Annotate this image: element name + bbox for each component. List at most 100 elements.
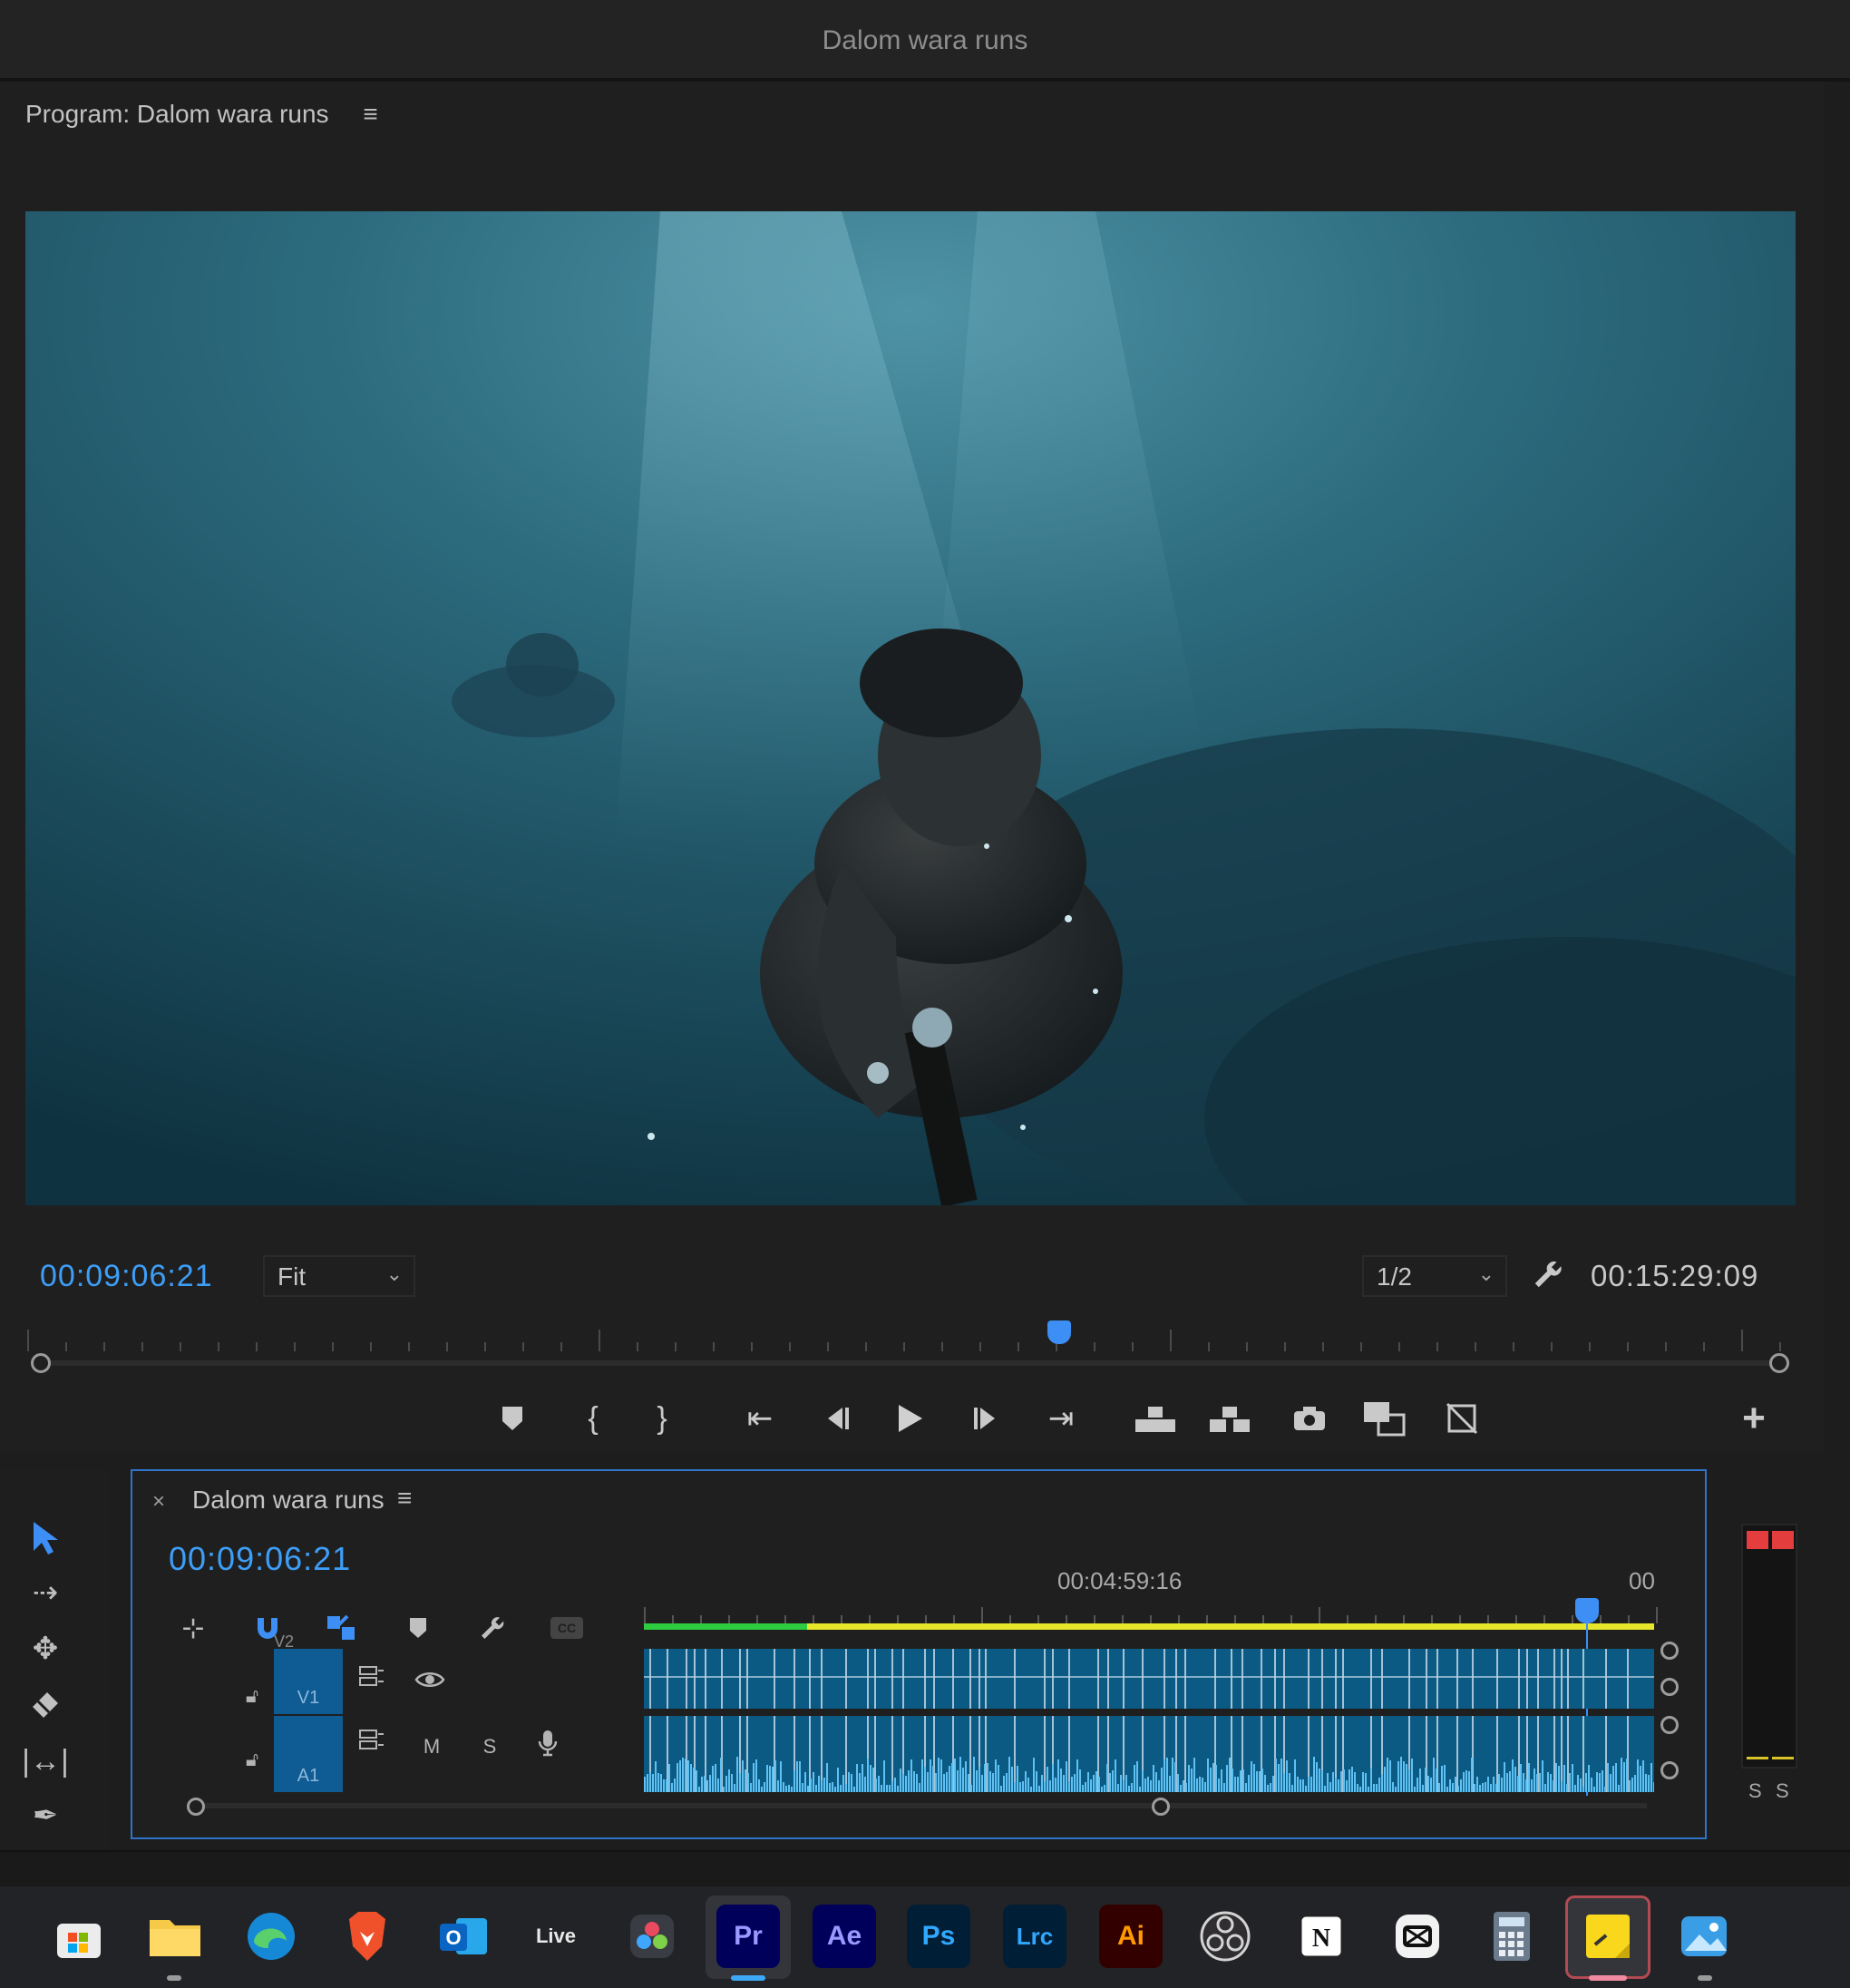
brave-browser-icon[interactable] (336, 1905, 399, 1968)
selection-tool-button[interactable] (18, 1515, 73, 1562)
scrollbar-right-handle[interactable] (1769, 1353, 1789, 1373)
timeline-time-ruler[interactable] (644, 1607, 1658, 1623)
add-marker-button[interactable] (487, 1393, 538, 1444)
outlook-icon[interactable]: O (432, 1905, 495, 1968)
scrollbar-left-handle[interactable] (31, 1353, 51, 1373)
go-to-in-icon: ⇤ (746, 1401, 774, 1436)
track-a-scroll-handle[interactable] (1660, 1761, 1679, 1779)
extract-button[interactable] (1204, 1393, 1255, 1444)
meter-solo-right-button[interactable]: S (1776, 1779, 1789, 1803)
insert-sequence-nested-icon[interactable]: ⊹ (170, 1605, 216, 1651)
slip-tool-button[interactable]: |↔| (18, 1738, 73, 1785)
timeline-zoom-right-handle[interactable] (1152, 1798, 1170, 1816)
audio-meter (1741, 1524, 1797, 1769)
proxy-toggle-button[interactable] (1436, 1393, 1487, 1444)
razor-tool-button[interactable] (18, 1681, 73, 1729)
audio-waveform-bar (1109, 1773, 1111, 1792)
program-monitor-header[interactable]: Program: Dalom wara runs ≡ (25, 100, 378, 129)
audio-waveform-bar (725, 1776, 727, 1792)
track-a1-voiceover-mic-icon[interactable] (530, 1725, 566, 1761)
audio-waveform-bar (1373, 1784, 1375, 1792)
timeline-settings-wrench-icon[interactable] (470, 1605, 515, 1651)
davinci-resolve-icon[interactable] (620, 1905, 684, 1968)
timeline-menu-icon[interactable]: ≡ (397, 1484, 412, 1513)
track-v-height-handle[interactable] (1660, 1642, 1679, 1660)
track-v-scroll-handle[interactable] (1660, 1678, 1679, 1696)
track-v1-target[interactable]: V1 (274, 1649, 343, 1714)
track-a1-sync-lock-icon[interactable] (354, 1721, 390, 1758)
microsoft-store-icon[interactable] (47, 1905, 111, 1968)
play-button[interactable] (884, 1393, 935, 1444)
playback-resolution-select[interactable]: 1/2 ⌄ (1362, 1255, 1507, 1297)
go-to-out-button[interactable]: ⇥ (1036, 1393, 1086, 1444)
ableton-live-icon[interactable]: Live (524, 1905, 588, 1968)
audio-waveform-bar (1215, 1765, 1217, 1792)
track-a1-target[interactable]: A1 (274, 1716, 343, 1792)
lift-button[interactable] (1130, 1393, 1181, 1444)
premiere-pro-icon[interactable]: Pr (716, 1905, 780, 1968)
comparison-view-button[interactable] (1358, 1393, 1409, 1444)
pen-tool-button[interactable]: ✒ (18, 1792, 73, 1839)
track-a-height-handle[interactable] (1660, 1716, 1679, 1734)
program-monitor-panel: Program: Dalom wara runs ≡ 00:09:06:21 F… (0, 82, 1825, 1453)
edge-browser-icon[interactable] (239, 1905, 303, 1968)
settings-wrench-icon[interactable] (1525, 1252, 1571, 1297)
audio-waveform-bar (723, 1787, 725, 1792)
file-explorer-icon[interactable] (143, 1905, 207, 1968)
capcut-icon[interactable] (1386, 1905, 1449, 1968)
add-timeline-marker-icon[interactable] (395, 1605, 441, 1651)
track-a1-mute-button[interactable]: M (414, 1729, 450, 1765)
timeline-playhead[interactable] (1575, 1598, 1599, 1623)
notion-icon[interactable]: N (1290, 1905, 1353, 1968)
timeline-zoom-left-handle[interactable] (187, 1798, 205, 1816)
step-back-button[interactable] (811, 1393, 862, 1444)
track-v1-lock-icon[interactable]: 🔓︎ (234, 1678, 270, 1714)
calculator-icon[interactable] (1480, 1905, 1543, 1968)
monitor-time-ruler[interactable] (27, 1315, 1781, 1351)
audio-waveform-bar (1139, 1787, 1141, 1792)
program-video-frame[interactable] (25, 211, 1796, 1205)
close-sequence-icon[interactable]: × (152, 1489, 165, 1515)
clip-edit-point (1068, 1649, 1070, 1709)
ruler-tick (675, 1342, 677, 1351)
monitor-zoom-scrollbar[interactable] (40, 1360, 1781, 1366)
track-select-tool-button[interactable]: ⇢ (18, 1569, 73, 1616)
panel-menu-icon[interactable]: ≡ (363, 100, 377, 129)
step-forward-button[interactable] (961, 1393, 1012, 1444)
track-a1-clips[interactable] (644, 1716, 1654, 1792)
mark-in-button[interactable]: { (568, 1393, 618, 1444)
audio-waveform-bar (1229, 1758, 1231, 1792)
obs-studio-icon[interactable] (1193, 1905, 1257, 1968)
captions-cc-icon[interactable]: CC (544, 1605, 589, 1651)
mark-out-button[interactable]: } (637, 1393, 687, 1444)
button-editor-add-button[interactable]: + (1728, 1393, 1779, 1444)
track-a1-lock-icon[interactable]: 🔓︎ (234, 1741, 270, 1778)
go-to-in-button[interactable]: ⇤ (735, 1393, 785, 1444)
lightroom-classic-icon[interactable]: Lrc (1003, 1905, 1066, 1968)
audio-waveform-bar (987, 1763, 988, 1792)
clip-edit-point (845, 1649, 847, 1709)
ripple-edit-tool-button[interactable]: ✥ (18, 1625, 73, 1672)
extract-icon (1210, 1407, 1250, 1432)
track-a1-solo-button[interactable]: S (472, 1729, 508, 1765)
monitor-playhead[interactable] (1047, 1320, 1071, 1344)
timeline-zoom-scrollbar[interactable] (187, 1803, 1647, 1808)
track-v1-visibility-eye-icon[interactable] (412, 1662, 448, 1698)
track-v1-clips[interactable] (644, 1649, 1654, 1709)
timeline-current-timecode[interactable]: 00:09:06:21 (169, 1540, 351, 1578)
track-v1-sync-lock-icon[interactable] (354, 1658, 390, 1694)
photoshop-icon[interactable]: Ps (907, 1905, 970, 1968)
export-frame-button[interactable] (1284, 1393, 1335, 1444)
zoom-level-select[interactable]: Fit ⌄ (263, 1255, 415, 1297)
illustrator-icon[interactable]: Ai (1099, 1905, 1163, 1968)
clip-edit-point (1582, 1649, 1584, 1709)
linked-selection-icon[interactable] (319, 1605, 365, 1651)
program-current-timecode[interactable]: 00:09:06:21 (40, 1259, 213, 1294)
audio-waveform-bar (823, 1778, 825, 1792)
photos-icon[interactable] (1672, 1905, 1736, 1968)
sequence-tab-title[interactable]: Dalom wara runs (192, 1486, 385, 1515)
after-effects-icon[interactable]: Ae (813, 1905, 876, 1968)
audio-waveform-bar (709, 1775, 711, 1792)
sticky-notes-icon[interactable] (1576, 1905, 1640, 1968)
meter-solo-left-button[interactable]: S (1748, 1779, 1762, 1803)
